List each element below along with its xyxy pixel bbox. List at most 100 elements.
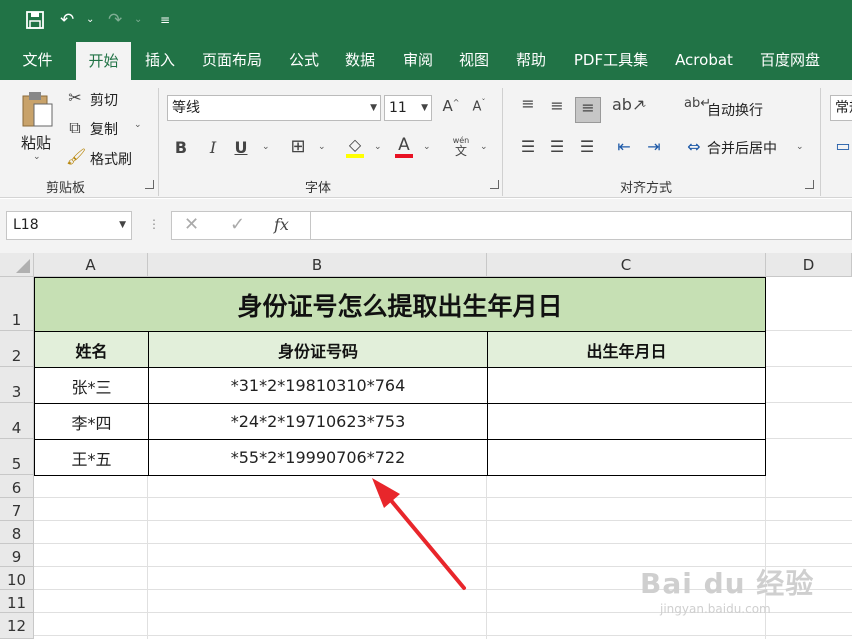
- row-header-10[interactable]: 10: [0, 567, 34, 590]
- fill-color-icon[interactable]: ◇: [344, 135, 366, 154]
- name-box[interactable]: L18 ▼: [6, 211, 132, 240]
- cut-icon[interactable]: ✂: [66, 88, 84, 108]
- header-id-cell[interactable]: 身份证号码: [148, 331, 488, 368]
- birthdate-cell[interactable]: [487, 367, 766, 404]
- cancel-icon[interactable]: ✕: [184, 214, 199, 235]
- chevron-down-icon[interactable]: ⌄: [374, 142, 382, 152]
- align-right-icon[interactable]: ☰: [576, 137, 598, 156]
- header-name-cell[interactable]: 姓名: [34, 331, 149, 368]
- decrease-indent-icon[interactable]: ⇤: [613, 137, 635, 156]
- merge-center-icon[interactable]: ⇔: [684, 137, 704, 156]
- align-top-icon[interactable]: ≡: [517, 94, 539, 113]
- tab-formulas[interactable]: 公式: [278, 40, 330, 80]
- column-header-a[interactable]: A: [34, 253, 148, 277]
- font-family-select[interactable]: 等线 ▼: [167, 95, 381, 121]
- row-header-9[interactable]: 9: [0, 544, 34, 567]
- row-header-4[interactable]: 4: [0, 403, 34, 439]
- tab-page-layout[interactable]: 页面布局: [194, 40, 270, 80]
- undo-icon[interactable]: ↶: [60, 8, 82, 32]
- tab-view[interactable]: 视图: [448, 40, 500, 80]
- column-header-b[interactable]: B: [148, 253, 487, 277]
- chevron-down-icon[interactable]: ⌄: [262, 142, 270, 152]
- italic-icon[interactable]: I: [204, 138, 222, 157]
- dialog-launcher-icon[interactable]: [145, 180, 154, 189]
- copy-button[interactable]: 复制: [90, 119, 118, 139]
- increase-indent-icon[interactable]: ⇥: [643, 137, 665, 156]
- birthdate-cell[interactable]: [487, 439, 766, 476]
- header-birthdate-cell[interactable]: 出生年月日: [487, 331, 766, 368]
- tab-review[interactable]: 审阅: [392, 40, 444, 80]
- tab-baidu-netdisk[interactable]: 百度网盘: [752, 40, 828, 80]
- save-icon[interactable]: [24, 8, 46, 32]
- row-header-8[interactable]: 8: [0, 521, 34, 544]
- tab-help[interactable]: 帮助: [505, 40, 557, 80]
- row-header-2[interactable]: 2: [0, 331, 34, 367]
- chevron-down-icon[interactable]: ⌄: [134, 120, 142, 130]
- redo-icon[interactable]: ↷: [108, 8, 130, 32]
- tab-file[interactable]: 文件: [10, 40, 65, 80]
- align-left-icon[interactable]: ☰: [517, 137, 539, 156]
- dialog-launcher-icon[interactable]: [490, 180, 499, 189]
- chevron-down-icon[interactable]: ⌄: [33, 152, 41, 162]
- insert-function-icon[interactable]: fx: [274, 215, 289, 234]
- enter-icon[interactable]: ✓: [230, 214, 245, 235]
- align-bottom-icon[interactable]: ≡: [575, 97, 601, 123]
- accounting-format-icon[interactable]: ▭: [834, 136, 852, 155]
- chevron-down-icon[interactable]: ⌄: [640, 100, 648, 110]
- row-header-3[interactable]: 3: [0, 367, 34, 403]
- column-header-c[interactable]: C: [487, 253, 766, 277]
- chevron-down-icon[interactable]: ⌄: [86, 8, 94, 32]
- borders-icon[interactable]: ⊞: [288, 136, 308, 157]
- select-all-corner[interactable]: [0, 253, 34, 277]
- chevron-down-icon[interactable]: ⌄: [796, 142, 804, 152]
- row-header-6[interactable]: 6: [0, 475, 34, 498]
- format-painter-icon[interactable]: 🖌: [66, 147, 86, 167]
- align-center-icon[interactable]: ☰: [546, 137, 568, 156]
- name-cell[interactable]: 王*五: [34, 439, 149, 476]
- name-cell[interactable]: 张*三: [34, 367, 149, 404]
- underline-icon[interactable]: U: [232, 138, 250, 157]
- birthdate-cell[interactable]: [487, 403, 766, 440]
- decrease-font-icon[interactable]: Aˇ: [470, 98, 488, 114]
- table-title-cell[interactable]: 身份证号怎么提取出生年月日: [34, 277, 766, 332]
- customize-qat-icon[interactable]: ≡: [160, 8, 170, 32]
- orientation-icon[interactable]: ab↗: [612, 95, 645, 114]
- wrap-text-icon[interactable]: ab↵: [684, 96, 711, 111]
- tab-pdf-tools[interactable]: PDF工具集: [566, 40, 656, 80]
- merge-center-button[interactable]: 合并后居中: [707, 138, 777, 158]
- dialog-launcher-icon[interactable]: [805, 180, 814, 189]
- number-format-select[interactable]: 常规: [830, 95, 852, 121]
- tab-insert[interactable]: 插入: [134, 40, 186, 80]
- more-icon[interactable]: ⋮: [148, 217, 160, 231]
- tab-acrobat[interactable]: Acrobat: [666, 40, 742, 80]
- tab-home[interactable]: 开始: [76, 42, 131, 80]
- row-header-12[interactable]: 12: [0, 613, 34, 639]
- chevron-down-icon[interactable]: ⌄: [318, 142, 326, 152]
- font-size-select[interactable]: 11 ▼: [384, 95, 432, 121]
- tab-data[interactable]: 数据: [334, 40, 386, 80]
- id-cell[interactable]: *24*2*19710623*753: [148, 403, 488, 440]
- align-middle-icon[interactable]: ≡: [546, 96, 568, 115]
- column-header-d[interactable]: D: [766, 253, 852, 277]
- chevron-down-icon[interactable]: ⌄: [423, 142, 431, 152]
- paste-label[interactable]: 粘贴: [21, 132, 51, 153]
- row-header-11[interactable]: 11: [0, 590, 34, 613]
- row-header-7[interactable]: 7: [0, 498, 34, 521]
- chevron-down-icon[interactable]: ▼: [119, 212, 126, 239]
- chevron-down-icon[interactable]: ⌄: [134, 8, 142, 32]
- formula-input[interactable]: [310, 211, 852, 240]
- font-color-icon[interactable]: A: [394, 135, 414, 155]
- phonetic-guide-icon[interactable]: wén 文: [450, 136, 472, 158]
- row-header-1[interactable]: 1: [0, 277, 34, 331]
- bold-icon[interactable]: B: [172, 138, 190, 157]
- row-header-5[interactable]: 5: [0, 439, 34, 475]
- name-cell[interactable]: 李*四: [34, 403, 149, 440]
- increase-font-icon[interactable]: A^: [442, 97, 460, 115]
- chevron-down-icon[interactable]: ⌄: [480, 142, 488, 152]
- paste-icon[interactable]: [20, 90, 54, 128]
- id-cell[interactable]: *31*2*19810310*764: [148, 367, 488, 404]
- format-painter-button[interactable]: 格式刷: [90, 149, 132, 169]
- copy-icon[interactable]: ⧉: [66, 118, 84, 138]
- cut-button[interactable]: 剪切: [90, 90, 118, 110]
- wrap-text-button[interactable]: 自动换行: [707, 100, 763, 120]
